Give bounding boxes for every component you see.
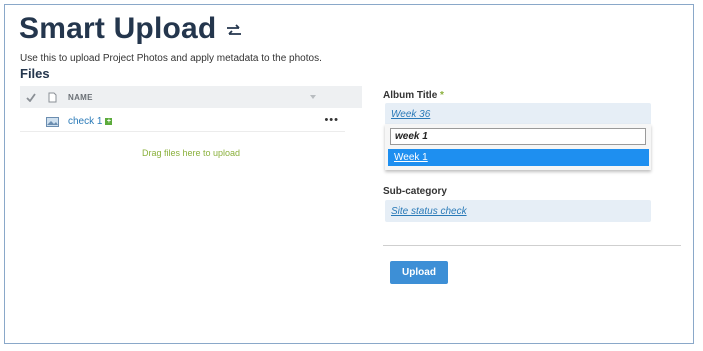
files-table-header: NAME: [20, 86, 362, 108]
checkmark-icon: [26, 92, 36, 102]
document-icon: [48, 92, 56, 102]
album-option-week-1[interactable]: Week 1: [388, 149, 649, 166]
files-heading: Files: [20, 66, 50, 81]
sort-chevron-icon[interactable]: [309, 94, 317, 100]
file-row[interactable]: check 1 + •••: [20, 112, 345, 132]
album-title-dropdown: Week 1: [385, 124, 651, 170]
form-divider: [383, 245, 681, 246]
header: Smart Upload: [19, 9, 242, 49]
smart-upload-panel: Smart Upload Use this to upload Project …: [4, 4, 694, 344]
album-search-input[interactable]: [390, 128, 646, 145]
upload-button[interactable]: Upload: [390, 261, 448, 284]
page-title: Smart Upload: [19, 12, 217, 45]
name-column-header[interactable]: NAME: [68, 93, 318, 102]
file-type-column-header: [42, 92, 62, 103]
album-title-selected-value[interactable]: Week 36: [391, 109, 430, 120]
subcategory-label: Sub-category: [383, 186, 447, 197]
file-name-link[interactable]: check 1: [68, 116, 102, 127]
subcategory-select[interactable]: Site status check: [385, 200, 651, 222]
page-description: Use this to upload Project Photos and ap…: [20, 53, 322, 64]
album-title-label-text: Album Title: [383, 90, 438, 101]
new-file-badge-icon: +: [105, 118, 113, 125]
swap-arrows-icon[interactable]: [226, 24, 242, 38]
more-actions-icon[interactable]: •••: [324, 114, 339, 126]
album-title-select[interactable]: Week 36: [385, 103, 651, 125]
select-all-checkbox[interactable]: [22, 92, 40, 102]
required-marker: *: [440, 90, 444, 101]
drop-zone-hint[interactable]: Drag files here to upload: [142, 148, 240, 158]
album-title-label: Album Title *: [383, 90, 444, 101]
image-thumbnail-icon: [46, 116, 59, 127]
subcategory-selected-value[interactable]: Site status check: [391, 206, 467, 217]
